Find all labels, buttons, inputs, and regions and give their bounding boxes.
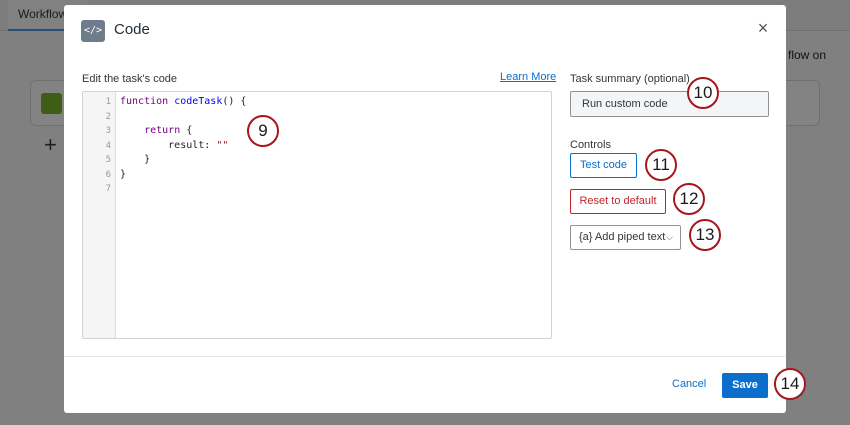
line-number-gutter: 1 2 3 4 5 6 7 bbox=[83, 92, 116, 338]
line-number: 6 bbox=[105, 169, 111, 180]
add-piped-text-button[interactable]: {a} Add piped text ⌵ bbox=[570, 225, 681, 250]
code-line: } bbox=[120, 154, 151, 165]
callout-9: 9 bbox=[247, 115, 279, 147]
learn-more-link[interactable]: Learn More bbox=[500, 71, 556, 83]
line-number: 1 bbox=[105, 97, 111, 107]
task-summary-input[interactable] bbox=[570, 91, 769, 117]
controls-label: Controls bbox=[570, 139, 611, 151]
code-text: () { bbox=[222, 96, 247, 107]
cancel-button[interactable]: Cancel bbox=[672, 378, 706, 390]
line-number: 4 bbox=[105, 140, 111, 151]
code-keyword: function bbox=[120, 96, 175, 107]
code-text: { bbox=[180, 125, 193, 136]
background-text: flow on bbox=[788, 48, 827, 62]
editor-label: Edit the task's code bbox=[82, 73, 178, 85]
callout-10: 10 bbox=[687, 77, 719, 109]
line-number: 7 bbox=[105, 184, 111, 194]
save-button[interactable]: Save bbox=[722, 373, 768, 398]
modal-header: </> Code × bbox=[64, 5, 786, 57]
workflow-card-right bbox=[780, 80, 820, 126]
code-editor[interactable]: 1 2 3 4 5 6 7 function codeTask() { retu… bbox=[82, 91, 552, 339]
line-number: 2 bbox=[105, 111, 111, 122]
add-piped-text-label: {a} Add piped text bbox=[579, 231, 666, 243]
code-text: result: bbox=[120, 139, 217, 151]
callout-14: 14 bbox=[774, 368, 806, 400]
callout-11: 11 bbox=[645, 149, 677, 181]
close-icon[interactable]: × bbox=[755, 19, 771, 37]
code-line: result: "" bbox=[120, 139, 228, 154]
calendar-icon bbox=[41, 93, 62, 114]
code-line: function codeTask() { bbox=[120, 95, 246, 110]
code-line: } bbox=[120, 168, 127, 180]
line-number: 3 bbox=[105, 126, 111, 136]
test-code-button[interactable]: Test code bbox=[570, 153, 637, 178]
code-function-name: codeTask bbox=[174, 96, 223, 107]
footer-divider bbox=[64, 356, 786, 357]
reset-to-default-button[interactable]: Reset to default bbox=[570, 189, 666, 214]
modal-title: Code bbox=[114, 21, 150, 38]
task-summary-label: Task summary (optional) bbox=[570, 73, 690, 85]
line-number: 5 bbox=[105, 155, 111, 165]
code-string: "" bbox=[216, 139, 229, 151]
add-icon: + bbox=[44, 132, 57, 157]
callout-12: 12 bbox=[673, 183, 705, 215]
code-line: return { bbox=[120, 124, 192, 139]
code-icon: </> bbox=[81, 20, 105, 42]
code-keyword: return bbox=[144, 125, 181, 136]
callout-13: 13 bbox=[689, 219, 721, 251]
chevron-down-icon: ⌵ bbox=[666, 232, 673, 242]
